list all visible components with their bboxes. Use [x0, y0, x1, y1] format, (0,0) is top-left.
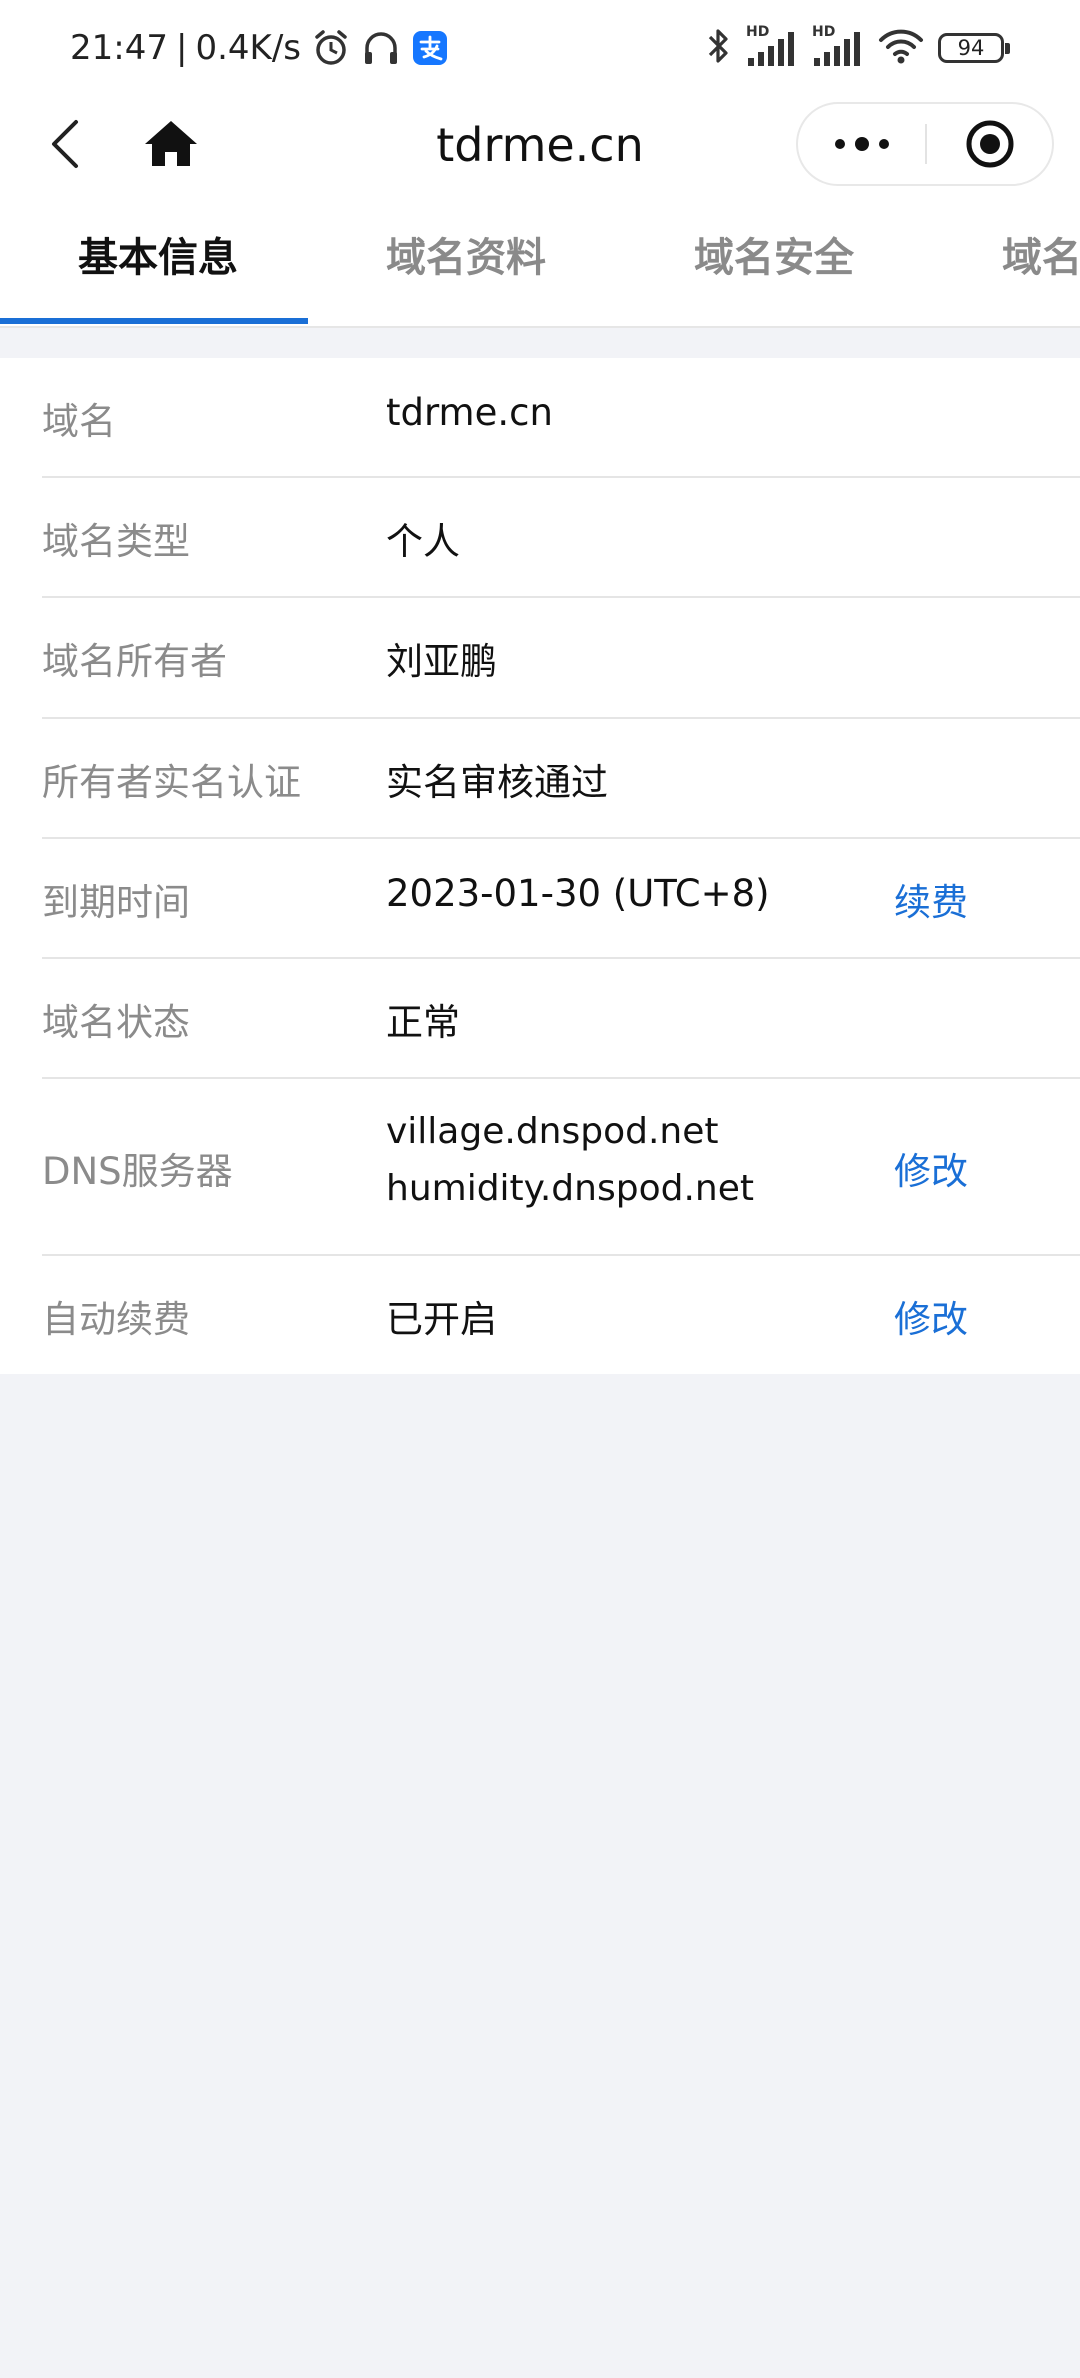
- home-button[interactable]: [134, 104, 208, 184]
- dns-server-value: village.dnspod.net: [386, 1111, 719, 1152]
- headset-icon: [361, 28, 401, 68]
- status-right: HD HD 94: [692, 22, 1010, 74]
- row-label: DNS服务器: [42, 1150, 233, 1193]
- row-label: 域名: [42, 400, 116, 443]
- battery-icon: 94: [938, 33, 1010, 63]
- domain-info-list: 域名 tdrme.cn 域名类型 个人 域名所有者 刘亚鹏 所有者实名认证 实名…: [0, 358, 1080, 1374]
- bluetooth-icon: [706, 26, 732, 70]
- status-left: 21:47 | 0.4K/s: [70, 22, 449, 74]
- modify-auto-renew-link[interactable]: 修改: [894, 1289, 968, 1343]
- tab-active-indicator: [0, 318, 308, 324]
- alarm-icon: [311, 28, 351, 68]
- tab-bar: 基本信息 域名资料 域名安全 域名: [0, 192, 1080, 328]
- row-value: tdrme.cn: [386, 391, 553, 434]
- row-label: 到期时间: [42, 881, 190, 924]
- status-time: 21:47: [70, 28, 168, 68]
- row-label: 域名状态: [42, 1001, 190, 1044]
- target-close-icon: [966, 120, 1014, 168]
- dns-server-list: village.dnspod.net humidity.dnspod.net: [386, 1111, 754, 1217]
- chevron-left-icon: [52, 120, 78, 168]
- row-owner-verification: 所有者实名认证 实名审核通过: [42, 719, 1080, 839]
- alipay-icon: [411, 29, 449, 67]
- row-label: 自动续费: [42, 1298, 190, 1341]
- row-value: 刘亚鹏: [386, 640, 497, 683]
- more-dots-icon: [835, 137, 889, 151]
- row-value: 正常: [386, 1001, 460, 1044]
- capsule-divider: [925, 124, 927, 164]
- tab-domain-more[interactable]: 域名: [1002, 228, 1080, 288]
- more-button[interactable]: [798, 104, 926, 184]
- tab-basic-info[interactable]: 基本信息: [78, 228, 238, 288]
- row-domain-type: 域名类型 个人: [42, 478, 1080, 598]
- row-domain-status: 域名状态 正常: [42, 959, 1080, 1079]
- page-title: tdrme.cn: [436, 118, 644, 172]
- row-domain: 域名 tdrme.cn: [42, 358, 1080, 478]
- home-icon: [145, 121, 197, 166]
- row-value: 2023-01-30 (UTC+8): [386, 872, 770, 915]
- row-value: 实名审核通过: [386, 761, 608, 804]
- row-value: 已开启: [386, 1298, 497, 1341]
- tab-domain-security[interactable]: 域名安全: [694, 228, 854, 288]
- renew-link[interactable]: 续费: [894, 872, 968, 926]
- close-button[interactable]: [928, 104, 1052, 184]
- nav-bar: tdrme.cn: [0, 96, 1080, 192]
- row-value: 个人: [386, 520, 460, 563]
- status-separator: |: [175, 28, 188, 68]
- row-dns-servers: DNS服务器 village.dnspod.net humidity.dnspo…: [42, 1079, 1080, 1256]
- signal-icon-2: HD: [812, 24, 864, 68]
- modify-dns-link[interactable]: 修改: [894, 1141, 968, 1195]
- mini-program-capsule: [796, 102, 1054, 186]
- row-auto-renew: 自动续费 已开启 修改: [42, 1256, 1080, 1374]
- status-bar: 21:47 | 0.4K/s HD HD 94: [0, 0, 1080, 96]
- back-button[interactable]: [30, 104, 100, 184]
- row-label: 域名类型: [42, 520, 190, 563]
- signal-icon: HD: [746, 24, 798, 68]
- dns-server-value: humidity.dnspod.net: [386, 1168, 754, 1209]
- row-label: 所有者实名认证: [42, 761, 301, 804]
- row-domain-owner: 域名所有者 刘亚鹏: [42, 598, 1080, 719]
- tab-domain-profile[interactable]: 域名资料: [386, 228, 546, 288]
- row-expiry: 到期时间 2023-01-30 (UTC+8) 续费: [42, 839, 1080, 959]
- wifi-icon: [878, 26, 924, 70]
- row-label: 域名所有者: [42, 640, 227, 683]
- network-speed: 0.4K/s: [195, 28, 301, 68]
